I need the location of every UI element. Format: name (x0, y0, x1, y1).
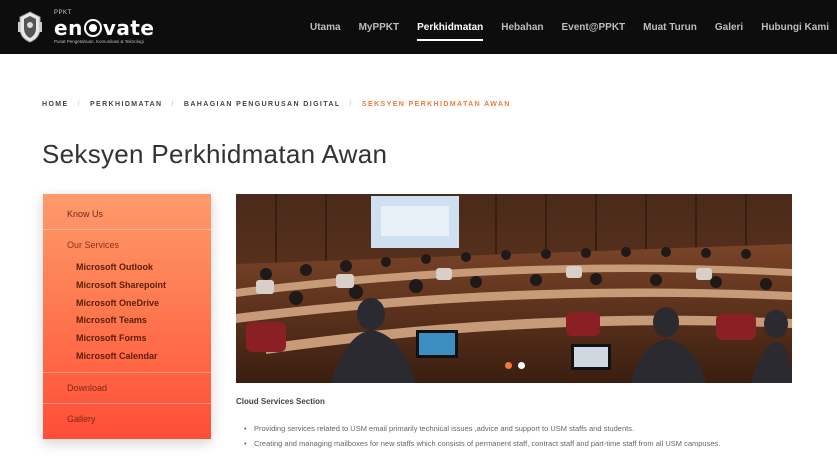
sidebar-divider (43, 229, 211, 230)
breadcrumb-separator: / (77, 101, 81, 108)
nav-item-galeri[interactable]: Galeri (715, 22, 743, 33)
brand-wordmark: PPKT en vate Pusat Pengetahuan, Komunikas… (54, 10, 154, 45)
page-title: Seksyen Perkhidmatan Awan (42, 139, 388, 169)
meeting-room-photo (236, 194, 792, 383)
main-nav: Utama MyPPKT Perkhidmatan Hebahan Event@… (292, 0, 829, 54)
sidebar-item-download[interactable]: Download (67, 383, 107, 393)
carousel-dot-2[interactable] (518, 362, 525, 369)
services-list: Providing services related to USM email … (244, 423, 784, 453)
sidebar-divider (43, 372, 211, 373)
nav-item-event-ppkt[interactable]: Event@PPKT (562, 22, 626, 33)
breadcrumb-separator: / (171, 101, 175, 108)
sidebar-subitem-outlook[interactable]: Microsoft Outlook (76, 262, 153, 272)
brand-tagline: Pusat Pengetahuan, Komunikasi & Teknolog… (54, 38, 144, 44)
sidebar-subitem-forms[interactable]: Microsoft Forms (76, 333, 147, 343)
carousel-dot-1[interactable] (505, 362, 512, 369)
nav-item-perkhidmatan[interactable]: Perkhidmatan (417, 22, 484, 41)
nav-item-hubungi-kami[interactable]: Hubungi Kami (761, 22, 829, 33)
breadcrumb: HOME / PERKHIDMATAN / BAHAGIAN PENGURUSA… (42, 101, 511, 108)
sidebar-item-our-services[interactable]: Our Services (67, 240, 119, 250)
breadcrumb-separator: / (349, 101, 353, 108)
breadcrumb-home[interactable]: HOME (42, 101, 69, 108)
nav-item-utama[interactable]: Utama (310, 22, 341, 33)
sidebar-subitem-sharepoint[interactable]: Microsoft Sharepoint (76, 280, 166, 290)
sidebar-item-know-us[interactable]: Know Us (67, 209, 103, 219)
brand-name: en vate (54, 17, 154, 39)
sidebar-divider (43, 403, 211, 404)
sidebar-menu: Know Us Our Services Microsoft Outlook M… (43, 194, 211, 439)
top-navbar: PPKT en vate Pusat Pengetahuan, Komunikas… (0, 0, 837, 54)
university-crest-icon (18, 11, 42, 43)
sidebar-item-gallery[interactable]: Gallery (67, 414, 96, 424)
sidebar-subitem-calendar[interactable]: Microsoft Calendar (76, 351, 158, 361)
carousel-image[interactable] (236, 194, 792, 383)
list-item: Providing services related to USM email … (244, 423, 784, 434)
breadcrumb-perkhidmatan[interactable]: PERKHIDMATAN (90, 101, 163, 108)
section-title: Cloud Services Section (236, 397, 325, 406)
nav-item-hebahan[interactable]: Hebahan (501, 22, 543, 33)
brand-name-right: vate (102, 15, 155, 40)
breadcrumb-bahagian[interactable]: BAHAGIAN PENGURUSAN DIGITAL (184, 101, 341, 108)
sidebar-subitem-onedrive[interactable]: Microsoft OneDrive (76, 298, 159, 308)
list-item: Creating and managing mailboxes for new … (244, 438, 784, 449)
nav-item-myppkt[interactable]: MyPPKT (359, 22, 400, 33)
carousel-indicators (505, 362, 531, 369)
brand-name-left: en (54, 15, 83, 40)
sidebar-subitem-teams[interactable]: Microsoft Teams (76, 315, 147, 325)
site-logo[interactable]: PPKT en vate Pusat Pengetahuan, Komunikas… (16, 9, 154, 45)
nav-item-muat-turun[interactable]: Muat Turun (643, 22, 697, 33)
brand-o-icon (83, 18, 102, 37)
breadcrumb-current: SEKSYEN PERKHIDMATAN AWAN (361, 101, 511, 108)
